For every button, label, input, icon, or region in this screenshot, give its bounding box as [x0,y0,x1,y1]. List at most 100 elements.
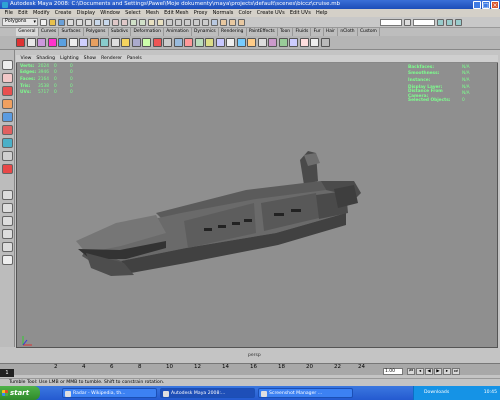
make-live-icon[interactable] [202,19,209,26]
mask-deformations-icon[interactable] [130,19,137,26]
menu-file[interactable]: File [2,9,16,17]
input-field-2[interactable] [413,19,435,26]
shelf-tab-fluids[interactable]: Fluids [293,28,312,36]
current-time-field[interactable]: 1.00 [383,368,403,375]
shelf-hypershade-icon[interactable] [226,38,235,47]
minimize-button[interactable]: _ [473,0,481,9]
snap-curve-icon[interactable] [175,19,182,26]
panel-menu-view[interactable]: View [18,55,34,62]
shelf-tab-dynamics[interactable]: Dynamics [192,28,219,36]
move-tool-icon[interactable] [2,99,13,109]
start-button[interactable]: start [0,386,40,400]
shelf-tab-deformation[interactable]: Deformation [131,28,165,36]
shelf-torus-icon[interactable] [79,38,88,47]
shelf-tab-fur[interactable]: Fur [311,28,324,36]
shelf-render-view-icon[interactable] [310,38,319,47]
shelf-tab-toon[interactable]: Toon [278,28,294,36]
soft-mod-tool-icon[interactable] [2,151,13,161]
panel-menu-show[interactable]: Show [81,55,98,62]
show-tool-settings-icon[interactable] [455,19,462,26]
paint-select-tool-icon[interactable] [2,86,13,96]
shelf-nurbs-icon[interactable] [100,38,109,47]
lasso-tool-icon[interactable] [2,73,13,83]
mask-dynamics-icon[interactable] [139,19,146,26]
menu-proxy[interactable]: Proxy [191,9,210,17]
shelf-ik-icon[interactable] [152,38,162,47]
shelf-cylinder-icon[interactable] [47,38,57,47]
menu-normals[interactable]: Normals [210,9,236,17]
shelf-tab-ncloth[interactable]: nCloth [338,28,358,36]
layout-preset-icon[interactable] [2,255,13,265]
shelf-cluster-icon[interactable] [184,38,193,47]
open-scene-icon[interactable] [49,19,56,26]
snap-point-icon[interactable] [184,19,191,26]
snap-grid-icon[interactable] [166,19,173,26]
scale-tool-icon[interactable] [2,125,13,135]
mask-rendering-icon[interactable] [148,19,155,26]
shelf-scene-icon[interactable] [16,38,25,47]
taskbar-item-screenshot-manager[interactable]: Screenshot Manager ... [258,388,353,398]
taskbar-item-radar[interactable]: Radar - Wikipedia, th... [62,388,157,398]
shelf-tab-animation[interactable]: Animation [164,28,192,36]
render-frame-icon[interactable] [220,19,227,26]
menu-edit[interactable]: Edit [16,9,31,17]
menu-mesh[interactable]: Mesh [143,9,161,17]
menu-display[interactable]: Display [74,9,98,17]
shelf-tab-custom[interactable]: Custom [358,28,380,36]
shelf-dope-sheet-icon[interactable] [257,38,267,47]
ipr-render-icon[interactable] [229,19,236,26]
go-to-end-icon[interactable]: ⏭ [452,368,460,375]
shelf-joint-icon[interactable] [142,38,151,47]
history-icon[interactable] [211,19,218,26]
show-channel-box-icon[interactable] [437,19,444,26]
shelf-tab-general[interactable]: General [16,28,39,36]
shelf-light-icon[interactable] [121,38,130,47]
menu-help[interactable]: Help [313,9,330,17]
shelf-sphere-icon[interactable] [37,38,46,47]
panel-menu-renderer[interactable]: Renderer [99,55,125,62]
four-view-layout-icon[interactable] [2,203,13,213]
shelf-trax-icon[interactable] [268,38,277,47]
last-tool-icon[interactable] [2,164,13,174]
select-tool-icon[interactable] [2,60,13,70]
shelf-bend-icon[interactable] [194,38,204,47]
menu-edit-mesh[interactable]: Edit Mesh [162,9,192,17]
shelf-tab-hair[interactable]: Hair [324,28,339,36]
shelf-cone-icon[interactable] [68,38,78,47]
shelf-render-icon[interactable] [299,38,309,47]
persp-graph-layout-icon[interactable] [2,229,13,239]
shelf-script-icon[interactable] [278,38,288,47]
taskbar-item-maya[interactable]: Autodesk Maya 2008:... [160,388,255,398]
manipulator-tool-icon[interactable] [2,138,13,148]
menu-create[interactable]: Create [52,9,74,17]
shelf-outliner-icon[interactable] [236,38,246,47]
tray-downloads[interactable]: Downloads [424,386,449,400]
snap-view-plane-icon[interactable] [193,19,200,26]
close-button[interactable]: × [491,0,499,9]
shelf-cube-icon[interactable] [26,38,36,47]
select-object-icon[interactable] [76,19,83,26]
spaceship-model[interactable] [16,63,496,343]
step-forward-icon[interactable]: ▸ [443,368,451,375]
panel-menu-lighting[interactable]: Lighting [58,55,82,62]
rotate-tool-icon[interactable] [2,112,13,122]
shelf-tab-painteffects[interactable]: PaintEffects [247,28,278,36]
shelf-tab-curves[interactable]: Curves [39,28,60,36]
input-mode-icon[interactable] [404,19,411,26]
play-backward-icon[interactable]: ◀ [425,368,433,375]
select-hierarchy-icon[interactable] [67,19,74,26]
menu-set-dropdown[interactable]: Polygons [2,18,38,26]
menu-edit-uvs[interactable]: Edit UVs [287,9,313,17]
mask-misc-icon[interactable] [157,19,164,26]
shelf-tab-surfaces[interactable]: Surfaces [59,28,84,36]
new-scene-icon[interactable] [40,19,47,26]
shelf-lattice-icon[interactable] [110,38,120,47]
shelf-tab-polygons[interactable]: Polygons [84,28,109,36]
maximize-button[interactable]: □ [482,0,490,9]
shelf-camera-icon[interactable] [131,38,141,47]
render-settings-icon[interactable] [238,19,245,26]
show-attribute-editor-icon[interactable] [446,19,453,26]
input-field-1[interactable] [380,19,402,26]
shelf-plane-icon[interactable] [58,38,67,47]
shelf-curve-icon[interactable] [89,38,99,47]
